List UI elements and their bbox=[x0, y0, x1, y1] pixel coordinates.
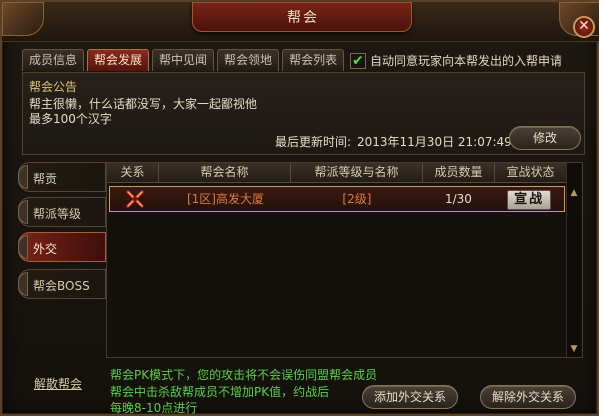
notice-title: 帮会公告 bbox=[29, 80, 78, 94]
tab-guild-territory[interactable]: 帮会领地 bbox=[217, 49, 280, 71]
add-diplomacy-button[interactable]: 添加外交关系 bbox=[362, 385, 458, 409]
table-scrollbar[interactable]: ▲ ▼ bbox=[566, 163, 581, 357]
member-count-cell: 1/30 bbox=[444, 192, 472, 206]
column-header-relation: 关系 bbox=[107, 163, 159, 183]
close-button[interactable]: ✕ bbox=[573, 16, 595, 38]
column-header-level: 帮派等级与名称 bbox=[291, 163, 423, 183]
war-status-cell: 宣战 bbox=[494, 187, 564, 211]
remove-diplomacy-button[interactable]: 解除外交关系 bbox=[480, 385, 576, 409]
side-tab-guild-level[interactable]: 帮派等级 bbox=[18, 197, 106, 227]
column-header-war-status: 宣战状态 bbox=[495, 163, 567, 183]
title-bar[interactable]: 帮会 ✕ bbox=[2, 2, 599, 42]
info-text: 每晚8-10点进行 bbox=[110, 401, 198, 415]
side-tab-cap bbox=[18, 235, 28, 259]
side-tab-diplomacy[interactable]: 外交 bbox=[18, 232, 106, 262]
title-plate: 帮会 bbox=[192, 2, 412, 32]
window-title: 帮会 bbox=[287, 10, 319, 26]
guild-notice-panel: 帮会公告 帮主很懒，什么话都没写，大家一起鄙视他 最多100个汉字 最后更新时间… bbox=[22, 72, 585, 155]
relation-cell bbox=[110, 187, 160, 211]
side-tab-cap bbox=[18, 165, 28, 189]
table-header: 关系 帮会名称 帮派等级与名称 成员数量 宣战状态 bbox=[107, 163, 567, 183]
side-tab-label: 帮贡 bbox=[33, 172, 58, 186]
declare-war-button[interactable]: 宣战 bbox=[507, 190, 552, 210]
guild-level-cell: [2级] bbox=[342, 192, 372, 206]
info-text: 帮会PK模式下，您的攻击将不会误伤同盟帮会成员 bbox=[110, 368, 378, 382]
info-text: 帮会中击杀敌帮成员不增加PK值，约战后 bbox=[110, 385, 330, 399]
column-header-members: 成员数量 bbox=[423, 163, 495, 183]
side-tab-label: 外交 bbox=[33, 242, 58, 256]
guild-name-cell: [1区]高发大厦 bbox=[186, 192, 264, 206]
scroll-up-icon[interactable]: ▲ bbox=[568, 187, 580, 199]
last-update-time: 2013年11月30日 21:07:49 bbox=[357, 135, 512, 149]
scroll-track[interactable] bbox=[570, 203, 578, 343]
close-icon: ✕ bbox=[578, 18, 590, 34]
tab-guild-development[interactable]: 帮会发展 bbox=[87, 49, 150, 71]
auto-accept-label: 自动同意玩家向本帮发出的入帮申请 bbox=[370, 54, 563, 68]
crossed-swords-icon bbox=[126, 190, 144, 208]
side-tab-label: 帮会BOSS bbox=[33, 279, 90, 293]
scroll-down-icon[interactable]: ▼ bbox=[568, 343, 580, 355]
side-tab-cap bbox=[18, 272, 28, 296]
tab-guild-news[interactable]: 帮中见闻 bbox=[152, 49, 215, 71]
side-tab-cap bbox=[18, 200, 28, 224]
side-tab-contribution[interactable]: 帮贡 bbox=[18, 162, 106, 192]
edit-notice-button[interactable]: 修改 bbox=[509, 126, 581, 150]
tab-bar: 成员信息 帮会发展 帮中见闻 帮会领地 帮会列表 bbox=[22, 49, 345, 71]
diplomacy-table: 关系 帮会名称 帮派等级与名称 成员数量 宣战状态 [1区]高发大厦 [2级] … bbox=[106, 162, 583, 358]
last-update-label: 最后更新时间: bbox=[275, 135, 352, 149]
checkmark-icon: ✔ bbox=[352, 52, 364, 69]
side-tab-label: 帮派等级 bbox=[33, 207, 82, 221]
notice-line: 最多100个汉字 bbox=[29, 112, 112, 126]
auto-accept-option: ✔ 自动同意玩家向本帮发出的入帮申请 bbox=[350, 52, 562, 69]
auto-accept-checkbox[interactable]: ✔ bbox=[350, 52, 366, 69]
guild-window: 帮会 ✕ 成员信息 帮会发展 帮中见闻 帮会领地 帮会列表 ✔ 自动同意玩家向本… bbox=[0, 0, 599, 416]
corner-ornament-left bbox=[2, 2, 44, 36]
dissolve-guild-link[interactable]: 解散帮会 bbox=[34, 375, 82, 392]
tab-member-info[interactable]: 成员信息 bbox=[22, 49, 85, 71]
side-tab-guild-boss[interactable]: 帮会BOSS bbox=[18, 269, 106, 299]
column-header-guild-name: 帮会名称 bbox=[159, 163, 291, 183]
table-row[interactable]: [1区]高发大厦 [2级] 1/30 宣战 bbox=[109, 186, 565, 212]
tab-guild-list[interactable]: 帮会列表 bbox=[282, 49, 345, 71]
